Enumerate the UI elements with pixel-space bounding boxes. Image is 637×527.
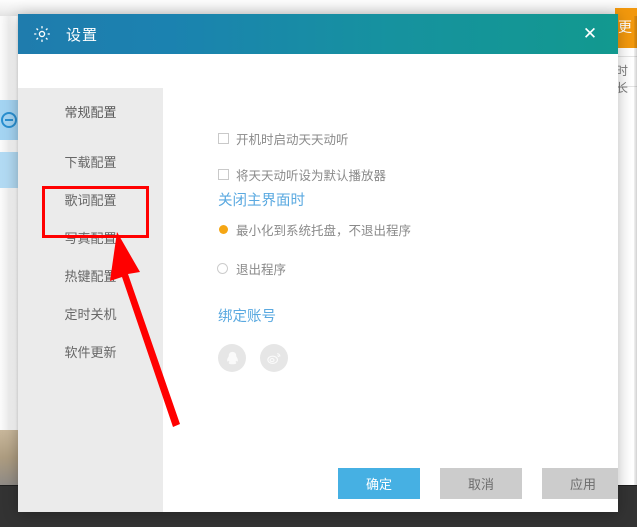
checkbox-default-player[interactable] <box>218 169 229 180</box>
dialog-titlebar: 设置 ✕ <box>18 14 618 54</box>
sidebar-item-label: 下载配置 <box>64 155 117 171</box>
sidebar-item-label: 定时关机 <box>64 307 117 323</box>
ok-button[interactable]: 确定 <box>338 468 420 499</box>
titlebar-left-group: 设置 <box>32 14 98 54</box>
gear-icon <box>32 24 52 44</box>
radio-label: 最小化到系统托盘，不退出程序 <box>236 223 412 238</box>
radio-row-exit-program[interactable]: 退出程序 <box>217 259 286 278</box>
sidebar-item-label: 歌词配置 <box>64 193 117 209</box>
checkbox-label: 开机时启动天天动听 <box>236 132 349 147</box>
sidebar-item-general[interactable]: 常规配置 <box>18 94 163 128</box>
sidebar-item-lyrics[interactable]: 歌词配置 <box>18 182 163 216</box>
sidebar-item-shutdown-timer[interactable]: 定时关机 <box>18 296 163 330</box>
dialog-body: 常规配置 下载配置 歌词配置 写真配置 热键配置 定时关机 软件更新 开机时启动… <box>18 54 618 512</box>
sidebar-item-label: 写真配置 <box>64 231 117 247</box>
checkbox-row-default-player[interactable]: 将天天动听设为默认播放器 <box>218 165 386 184</box>
checkbox-label: 将天天动听设为默认播放器 <box>236 168 387 183</box>
radio-exit-program[interactable] <box>217 263 228 274</box>
close-button[interactable]: ✕ <box>572 14 608 54</box>
checkbox-row-autostart[interactable]: 开机时启动天天动听 <box>218 129 349 148</box>
close-icon: ✕ <box>582 23 598 44</box>
circle-minus-icon <box>1 112 17 128</box>
checkbox-autostart[interactable] <box>218 133 229 144</box>
bind-account-icons <box>218 344 288 372</box>
radio-row-minimize-to-tray[interactable]: 最小化到系统托盘，不退出程序 <box>218 220 411 239</box>
settings-dialog: 设置 ✕ 常规配置 下载配置 歌词配置 写真配置 热键配置 定时关机 软件更新 … <box>18 14 618 512</box>
section-title-close-behavior: 关闭主界面时 <box>218 193 305 209</box>
sidebar-item-label: 热键配置 <box>64 269 117 285</box>
cancel-button[interactable]: 取消 <box>440 468 522 499</box>
sidebar-item-photo[interactable]: 写真配置 <box>18 220 163 254</box>
dialog-title: 设置 <box>66 25 99 44</box>
sidebar-item-software-update[interactable]: 软件更新 <box>18 334 163 368</box>
radio-minimize-to-tray-selected[interactable] <box>219 225 228 234</box>
settings-content: 开机时启动天天动听 将天天动听设为默认播放器 关闭主界面时 最小化到系统托盘，不… <box>163 54 618 512</box>
radio-label: 退出程序 <box>236 262 287 277</box>
apply-button[interactable]: 应用 <box>542 468 618 499</box>
sidebar-item-label: 常规配置 <box>64 105 117 121</box>
settings-sidebar: 常规配置 下载配置 歌词配置 写真配置 热键配置 定时关机 软件更新 <box>18 54 163 512</box>
sidebar-item-download[interactable]: 下载配置 <box>18 144 163 178</box>
sidebar-item-hotkey[interactable]: 热键配置 <box>18 258 163 292</box>
sidebar-item-label: 软件更新 <box>64 345 117 361</box>
section-title-bind-account: 绑定账号 <box>218 309 276 325</box>
qq-icon[interactable] <box>218 344 246 372</box>
background-blue-chip-lower <box>0 152 20 188</box>
weibo-icon[interactable] <box>260 344 288 372</box>
